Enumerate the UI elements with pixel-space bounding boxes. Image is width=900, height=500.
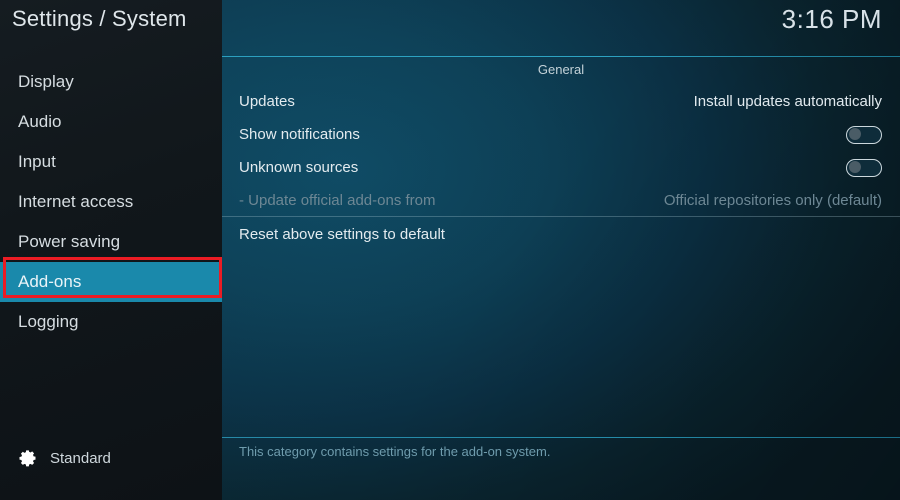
kodi-settings-window: Settings / System 3:16 PM Display Audio … [0,0,900,500]
sidebar-item-internet-access[interactable]: Internet access [0,182,222,222]
sidebar-item-label: Add-ons [18,272,82,291]
profile-level-label: Standard [50,449,111,467]
show-notifications-toggle[interactable] [846,125,882,144]
toggle-knob [849,128,861,140]
sidebar-item-add-ons[interactable]: Add-ons [0,262,222,302]
sidebar-item-label: Power saving [18,232,121,251]
setting-row-updates[interactable]: Updates Install updates automatically [222,85,900,118]
sidebar-item-label: Input [18,152,56,171]
setting-row-show-notifications[interactable]: Show notifications [222,118,900,151]
sidebar-item-label: Audio [18,112,62,131]
setting-row-unknown-sources[interactable]: Unknown sources [222,151,900,184]
sidebar-item-label: Display [18,72,74,91]
setting-row-update-official-add-ons-from: - Update official add-ons from Official … [222,184,900,217]
unknown-sources-toggle[interactable] [846,158,882,177]
help-bar-divider [222,437,900,438]
sidebar-item-audio[interactable]: Audio [0,102,222,142]
sidebar-nav: Display Audio Input Internet access Powe… [0,62,222,342]
section-header-general: General [537,62,585,77]
sidebar-item-power-saving[interactable]: Power saving [0,222,222,262]
settings-group-divider [222,216,900,217]
setting-label: Show notifications [239,126,360,143]
help-description-text: This category contains settings for the … [239,444,551,459]
clock: 3:16 PM [781,4,882,34]
sidebar-item-label: Internet access [18,192,134,211]
profile-level-row[interactable]: Standard [18,448,111,468]
setting-label: - Update official add-ons from [239,192,436,209]
setting-value: Official repositories only (default) [663,192,882,209]
settings-list: Updates Install updates automatically Sh… [222,85,900,217]
sidebar-item-input[interactable]: Input [0,142,222,182]
setting-label: Updates [239,93,295,110]
sidebar-item-label: Logging [18,312,79,331]
setting-value: Install updates automatically [693,93,882,110]
setting-label: Reset above settings to default [239,225,445,243]
gear-icon [18,448,38,468]
header-divider [222,56,900,57]
setting-row-reset-to-default[interactable]: Reset above settings to default [222,219,900,249]
sidebar-item-display[interactable]: Display [0,62,222,102]
sidebar-item-logging[interactable]: Logging [0,302,222,342]
page-title: Settings / System [12,6,187,31]
setting-label: Unknown sources [239,159,359,176]
toggle-knob [849,161,861,173]
